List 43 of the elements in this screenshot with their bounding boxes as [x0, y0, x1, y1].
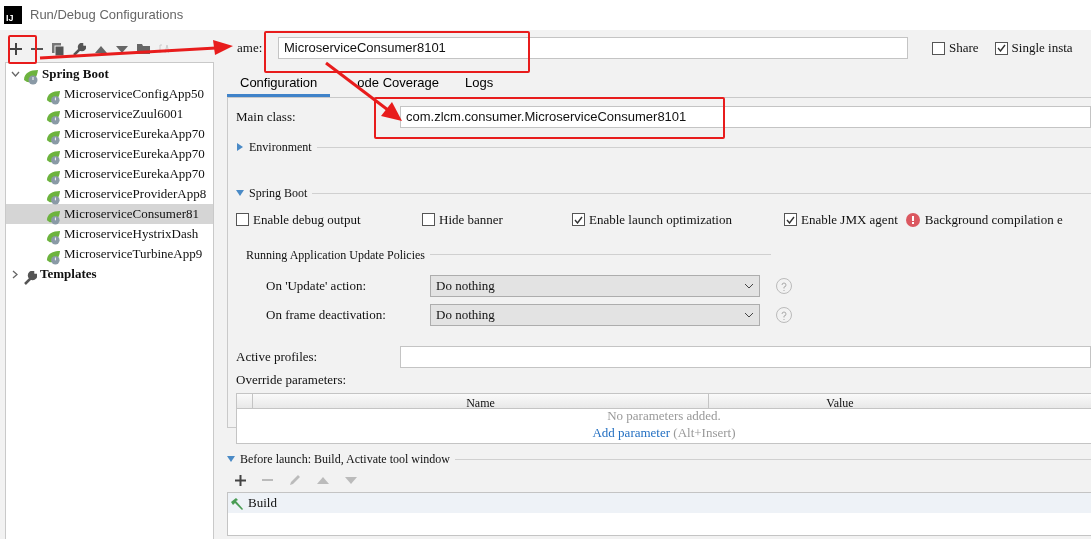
checkbox-option[interactable]: Hide banner — [422, 210, 572, 230]
checkbox-option[interactable]: Enable JMX agent — [784, 210, 898, 230]
section-title: Running Application Update Policies — [246, 246, 425, 264]
column-header: Value — [825, 395, 855, 408]
field-label: On frame deactivation: — [266, 306, 387, 325]
tree-item[interactable]: MicroserviceConsumer81 — [6, 204, 213, 224]
dropdown[interactable]: Do nothing — [430, 304, 760, 326]
tree-item[interactable]: MicroserviceEurekaApp70 — [6, 124, 213, 144]
checkbox-option[interactable]: Enable debug output — [236, 210, 422, 230]
checkbox-option[interactable]: Share — [932, 38, 979, 58]
empty-message: No parameters added. — [607, 408, 721, 423]
spring-boot-header[interactable]: Spring Boot — [249, 184, 308, 202]
window-title: Run/Debug Configurations — [30, 6, 184, 25]
app-logo: IJ — [4, 6, 22, 24]
field-label: On 'Update' action: — [266, 277, 367, 296]
tree-item[interactable]: MicroserviceHystrixDash — [6, 224, 213, 244]
tab[interactable]: Configuration — [227, 71, 331, 97]
name-field[interactable]: MicroserviceConsumer8101 — [278, 37, 908, 59]
override-parameters-label: Override parameters: — [236, 370, 347, 389]
dropdown[interactable]: Do nothing — [430, 275, 760, 297]
warning-message: Background compilation e — [924, 211, 1063, 229]
tree-item[interactable]: MicroserviceEurekaApp70 — [6, 144, 213, 164]
main-class-field[interactable]: com.zlcm.consumer.MicroserviceConsumer8101 — [400, 106, 1091, 128]
main-class-label: Main class: — [236, 108, 297, 127]
tree-item[interactable]: MicroserviceTurbineApp9 — [6, 244, 213, 264]
tree-item[interactable]: MicroserviceZuul6001 — [6, 104, 213, 124]
before-launch-header[interactable]: Before launch: Build, Activate tool window — [240, 450, 450, 468]
tab[interactable]: Logs — [452, 71, 507, 97]
active-profiles-label: Active profiles: — [236, 347, 319, 366]
environment-header[interactable]: Environment — [249, 138, 312, 156]
column-header: Name — [253, 394, 709, 408]
tree-item[interactable]: MicroserviceEurekaApp70 — [6, 164, 213, 184]
shortcut-hint: (Alt+Insert) — [673, 425, 736, 440]
checkbox-option[interactable]: Enable launch optimization — [572, 210, 784, 230]
tree-group-label[interactable]: Templates — [40, 264, 97, 284]
task-item[interactable]: Build — [228, 493, 1091, 513]
tree-group-label[interactable]: Spring Boot — [42, 64, 109, 84]
tree-item[interactable]: MicroserviceConfigApp50 — [6, 84, 213, 104]
name-label: ame: — [237, 40, 263, 56]
tree-item[interactable]: MicroserviceProviderApp8 — [6, 184, 213, 204]
add-parameter-link[interactable]: Add parameter — [592, 425, 671, 440]
checkbox-option[interactable]: Single insta — [994, 38, 1073, 58]
tab[interactable]: ode Coverage — [330, 71, 452, 97]
